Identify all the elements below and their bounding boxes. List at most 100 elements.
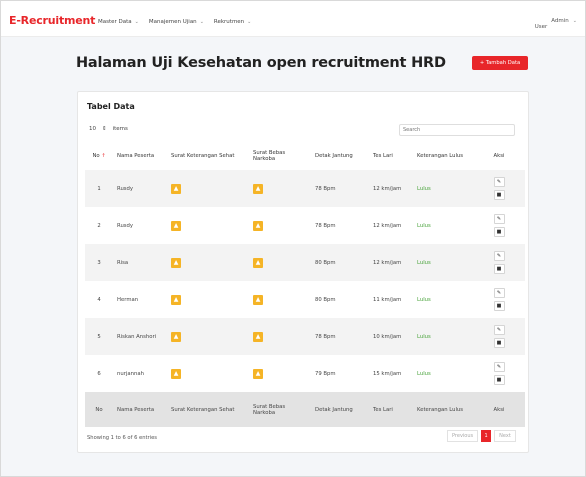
menu-master-data[interactable]: Master Data ⌄ — [98, 19, 139, 25]
previous-button[interactable]: Previous — [447, 430, 479, 442]
cell-keterangan: Lulus — [417, 370, 431, 377]
cell-sks: ▲ — [167, 207, 249, 244]
cell-nama: Risa — [113, 244, 167, 281]
cell-nama: nurjannah — [117, 370, 144, 377]
cell-sbn: ▲ — [249, 355, 311, 392]
search-input[interactable] — [399, 124, 515, 136]
cell-aksi: ✎ ■ — [473, 318, 525, 355]
delete-icon[interactable]: ■ — [493, 190, 505, 200]
page-title: Halaman Uji Kesehatan open recruitment H… — [76, 55, 446, 71]
column-header-nama[interactable]: Nama Peserta — [113, 142, 167, 170]
column-header-sks[interactable]: Surat Keterangan Sehat — [167, 142, 249, 170]
user-name: Admin — [551, 18, 569, 24]
footer-header-keterangan: Keterangan Lulus — [413, 392, 473, 427]
cell-sbn: ▲ — [249, 170, 311, 207]
cell-sks: ▲ — [167, 355, 249, 392]
delete-icon[interactable]: ■ — [493, 338, 505, 348]
edit-icon[interactable]: ✎ — [493, 251, 505, 261]
pagination: Previous 1 Next — [447, 430, 516, 442]
top-navbar: E-Recruitment Master Data ⌄ Manajemen Uj… — [1, 1, 585, 37]
table-row: 4 Herman ▲ ▲ 80 Bpm 11 km/jam Lulus ✎ ■ — [85, 281, 525, 318]
edit-icon[interactable]: ✎ — [493, 214, 505, 224]
footer-header-sks: Surat Keterangan Sehat — [167, 392, 249, 427]
entries-info: Showing 1 to 6 of 6 entries — [87, 435, 158, 441]
cell-no: 3 — [85, 244, 113, 281]
delete-icon[interactable]: ■ — [493, 264, 505, 274]
cell-nama: Herman — [117, 296, 139, 303]
cell-lari: 12 km/jam — [369, 244, 413, 281]
cell-detak: 78 Bpm — [311, 170, 369, 207]
data-table: No ↑ Nama Peserta Surat Keterangan Sehat… — [85, 142, 525, 427]
delete-icon[interactable]: ■ — [493, 227, 505, 237]
cell-lari: 10 km/jam — [369, 318, 413, 355]
data-card: Tabel Data 10 ⇕ items No ↑ Nama Peserta … — [77, 91, 529, 453]
cell-lari: 11 km/jam — [373, 296, 402, 303]
chevron-down-icon: ⌄ — [199, 19, 204, 25]
table-row: 3 Risa ▲ ▲ 80 Bpm 12 km/jam Lulus ✎ ■ — [85, 244, 525, 281]
next-button[interactable]: Next — [494, 430, 516, 442]
card-title: Tabel Data — [87, 102, 135, 111]
column-header-no[interactable]: No ↑ — [85, 142, 113, 170]
warning-icon[interactable]: ▲ — [253, 294, 263, 305]
warning-icon[interactable]: ▲ — [171, 294, 181, 305]
cell-keterangan: Lulus — [417, 222, 431, 229]
warning-icon[interactable]: ▲ — [171, 368, 181, 379]
cell-no: 5 — [85, 318, 113, 355]
delete-icon[interactable]: ■ — [493, 301, 505, 311]
chevron-down-icon: ⌄ — [247, 19, 252, 25]
footer-header-no: No — [85, 392, 113, 427]
warning-icon[interactable]: ▲ — [253, 257, 263, 268]
cell-detak: 78 Bpm — [311, 318, 369, 355]
brand-logo[interactable]: E-Recruitment — [9, 14, 95, 27]
delete-icon[interactable]: ■ — [493, 375, 505, 385]
menu-manajemen-ujian[interactable]: Manajemen Ujian ⌄ — [149, 19, 204, 25]
add-data-button[interactable]: + Tambah Data — [472, 56, 528, 70]
entries-select[interactable]: 10 ⇕ — [87, 126, 109, 132]
edit-icon[interactable]: ✎ — [493, 325, 505, 335]
page-1-button[interactable]: 1 — [481, 430, 492, 442]
edit-icon[interactable]: ✎ — [493, 362, 505, 372]
table-row: 6 nurjannah ▲ ▲ 79 Bpm 15 km/jam Lulus ✎… — [85, 355, 525, 392]
cell-no: 2 — [97, 222, 101, 229]
warning-icon[interactable]: ▲ — [253, 331, 263, 342]
table-row: 1 Rusdy ▲ ▲ 78 Bpm 12 km/jam Lulus ✎ ■ — [85, 170, 525, 207]
footer-header-aksi: Aksi — [473, 392, 525, 427]
cell-detak: 78 Bpm — [315, 222, 336, 229]
menu-label: Manajemen Ujian — [148, 19, 197, 25]
edit-icon[interactable]: ✎ — [493, 288, 505, 298]
cell-lari: 12 km/jam — [369, 170, 413, 207]
cell-detak: 80 Bpm — [315, 296, 336, 303]
column-header-lari[interactable]: Tes Lari — [369, 142, 413, 170]
column-header-sbn[interactable]: Surat Bebas Narkoba — [249, 142, 311, 170]
warning-icon[interactable]: ▲ — [253, 183, 263, 194]
warning-icon[interactable]: ▲ — [171, 183, 181, 194]
cell-aksi: ✎ ■ — [473, 244, 525, 281]
sort-arrows-icon: ⇕ — [102, 126, 107, 132]
column-header-detak[interactable]: Detak Jantung — [311, 142, 369, 170]
menu-rekrutmen[interactable]: Rekrutmen ⌄ — [214, 19, 251, 25]
length-control: 10 ⇕ items — [87, 126, 128, 132]
edit-icon[interactable]: ✎ — [493, 177, 505, 187]
user-menu[interactable]: User Admin ⌄ — [535, 18, 577, 30]
cell-keterangan: Lulus — [413, 170, 473, 207]
cell-lari: 15 km/jam — [373, 370, 402, 377]
cell-nama: Riskan Anshori — [113, 318, 167, 355]
entries-value: 10 — [89, 126, 96, 132]
cell-no: 4 — [97, 296, 101, 303]
table-footer-row: No Nama Peserta Surat Keterangan Sehat S… — [85, 392, 525, 427]
warning-icon[interactable]: ▲ — [253, 368, 263, 379]
warning-icon[interactable]: ▲ — [253, 220, 263, 231]
column-header-keterangan[interactable]: Keterangan Lulus — [413, 142, 473, 170]
user-role: User — [534, 24, 548, 30]
cell-aksi: ✎ ■ — [473, 207, 525, 244]
warning-icon[interactable]: ▲ — [171, 257, 181, 268]
cell-detak: 80 Bpm — [311, 244, 369, 281]
cell-no: 1 — [85, 170, 113, 207]
warning-icon[interactable]: ▲ — [171, 331, 181, 342]
chevron-down-icon: ⌄ — [134, 19, 139, 25]
cell-sbn: ▲ — [249, 281, 311, 318]
cell-keterangan: Lulus — [417, 296, 431, 303]
cell-sks: ▲ — [167, 318, 249, 355]
warning-icon[interactable]: ▲ — [171, 220, 181, 231]
cell-detak: 79 Bpm — [315, 370, 336, 377]
